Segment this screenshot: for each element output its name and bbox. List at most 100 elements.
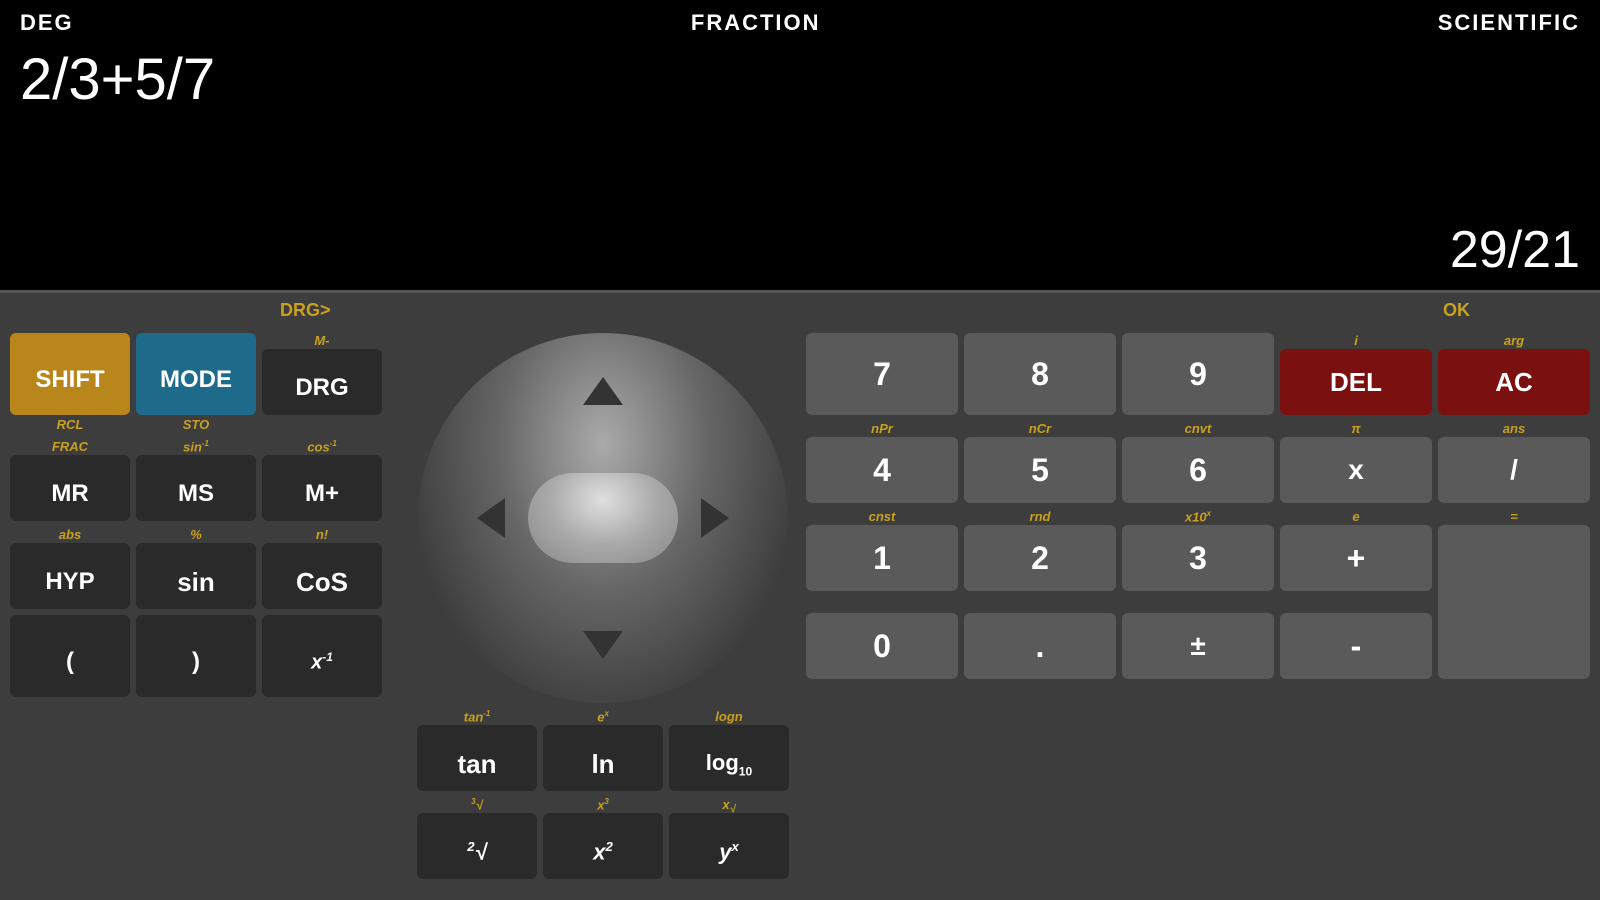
num7-button[interactable]: 7 — [806, 333, 958, 415]
x10x-sublabel: x10x — [1185, 509, 1211, 525]
xsqrt-sublabel: x√ — [722, 797, 735, 813]
scientific-label: SCIENTIFIC — [1438, 10, 1580, 36]
mr-button[interactable]: MR — [10, 455, 130, 521]
i-sublabel: i — [1354, 333, 1358, 349]
nav-down-button[interactable] — [548, 605, 658, 685]
del-container: i DEL — [1280, 333, 1432, 415]
num0-button[interactable]: 0 — [806, 613, 958, 679]
num7-label: 7 — [873, 356, 891, 393]
num2-button[interactable]: 2 — [964, 525, 1116, 591]
num4-container: nPr 4 — [806, 421, 958, 503]
left-row2: FRAC MR sin-1 MS cos-1 M+ — [10, 439, 400, 521]
num5-container: nCr 5 — [964, 421, 1116, 503]
num8-button[interactable]: 8 — [964, 333, 1116, 415]
navigation-pad[interactable] — [418, 333, 788, 703]
ac-button[interactable]: AC — [1438, 349, 1590, 415]
rcl-sublabel: RCL — [10, 417, 130, 433]
sqrt2-button[interactable]: 2√ — [417, 813, 537, 879]
npr-sublabel: nPr — [871, 421, 893, 437]
num1-button[interactable]: 1 — [806, 525, 958, 591]
sin-container: % sin — [136, 527, 256, 609]
sin-button[interactable]: sin — [136, 543, 256, 609]
abs-sublabel: abs — [59, 527, 81, 543]
ln-label: ln — [591, 749, 614, 780]
num9-button[interactable]: 9 — [1122, 333, 1274, 415]
plusminus-button[interactable]: ± — [1122, 613, 1274, 679]
nav-up-button[interactable] — [548, 351, 658, 431]
xcube-sublabel: x3 — [597, 797, 609, 813]
mplus-container: cos-1 M+ — [262, 439, 382, 521]
hyp-container: abs HYP — [10, 527, 130, 609]
eq-sublabel: = — [1510, 509, 1518, 525]
dot-button[interactable]: . — [964, 613, 1116, 679]
cnvt-sublabel: cnvt — [1185, 421, 1212, 437]
paren-open-button[interactable]: ( — [10, 615, 130, 697]
xsq-button[interactable]: x2 — [543, 813, 663, 879]
num0-container: 0 — [806, 597, 958, 679]
drg-container: M- DRG — [262, 333, 382, 415]
tan-button[interactable]: tan — [417, 725, 537, 791]
num9-label: 9 — [1189, 356, 1207, 393]
div-button[interactable]: / — [1438, 437, 1590, 503]
drg-label: DRG> — [280, 300, 331, 321]
mode-button[interactable]: MODE — [136, 333, 256, 415]
mode-label: MODE — [160, 366, 232, 394]
logn-sublabel: logn — [715, 709, 742, 725]
ln-button[interactable]: ln — [543, 725, 663, 791]
plus-button[interactable]: + — [1280, 525, 1432, 591]
log10-button[interactable]: log10 — [669, 725, 789, 791]
div-container: ans / — [1438, 421, 1590, 503]
yx-button[interactable]: yx — [669, 813, 789, 879]
x-container: π x — [1280, 421, 1432, 503]
middle-row3: tan-1 tan ex ln logn log10 — [417, 709, 789, 791]
keyboard: SHIFT MODE M- DRG RCL STO — [0, 328, 1600, 900]
drg-button[interactable]: DRG — [262, 349, 382, 415]
ln-container: ex ln — [543, 709, 663, 791]
num6-container: cnvt 6 — [1122, 421, 1274, 503]
display-area: DEG FRACTION SCIENTIFIC 2/3+5/7 29/21 — [0, 0, 1600, 290]
mr-label: MR — [51, 480, 88, 508]
middle-row4: 3√ 2√ x3 x2 x√ yx — [417, 797, 789, 879]
ms-button[interactable]: MS — [136, 455, 256, 521]
paren-close-label: ) — [192, 648, 200, 676]
num4-button[interactable]: 4 — [806, 437, 958, 503]
cos-container: n! CoS — [262, 527, 382, 609]
pi-sublabel: π — [1351, 421, 1360, 437]
e-sublabel: e — [1352, 509, 1359, 525]
calculator-body: DRG> OK SHIFT MODE M- DRG — [0, 293, 1600, 900]
x-inv-button[interactable]: x-1 — [262, 615, 382, 697]
num6-button[interactable]: 6 — [1122, 437, 1274, 503]
ms-container: sin-1 MS — [136, 439, 256, 521]
cos-button[interactable]: CoS — [262, 543, 382, 609]
plusminus-container: ± — [1122, 597, 1274, 679]
x-button[interactable]: x — [1280, 437, 1432, 503]
right-row2: nPr 4 nCr 5 cnvt 6 π x ans / — [806, 421, 1590, 503]
nav-center-button[interactable] — [528, 473, 678, 563]
log10-label: log10 — [706, 750, 752, 778]
shift-button[interactable]: SHIFT — [10, 333, 130, 415]
shift-label: SHIFT — [35, 366, 104, 394]
xsq-label: x2 — [593, 839, 613, 865]
mr-container: FRAC MR — [10, 439, 130, 521]
del-label: DEL — [1330, 367, 1382, 398]
mplus-button[interactable]: M+ — [262, 455, 382, 521]
sqrt2-container: 3√ 2√ — [417, 797, 537, 879]
top-labels: DEG FRACTION SCIENTIFIC — [0, 0, 1600, 36]
equals-tall-container: = — [1438, 509, 1590, 679]
paren-close-button[interactable]: ) — [136, 615, 256, 697]
left-row1: SHIFT MODE M- DRG — [10, 333, 400, 415]
minus-button[interactable]: - — [1280, 613, 1432, 679]
hyp-button[interactable]: HYP — [10, 543, 130, 609]
equals-button[interactable] — [1438, 525, 1590, 679]
num5-button[interactable]: 5 — [964, 437, 1116, 503]
left-arrow-icon — [477, 498, 505, 538]
del-button[interactable]: DEL — [1280, 349, 1432, 415]
label-row: DRG> OK — [0, 293, 1600, 328]
num3-button[interactable]: 3 — [1122, 525, 1274, 591]
log10-container: logn log10 — [669, 709, 789, 791]
right-arrow-icon — [701, 498, 729, 538]
sto-sublabel: STO — [136, 417, 256, 433]
cbrt-sublabel: 3√ — [471, 797, 482, 813]
num8-label: 8 — [1031, 356, 1049, 393]
ok-label: OK — [1443, 300, 1470, 321]
